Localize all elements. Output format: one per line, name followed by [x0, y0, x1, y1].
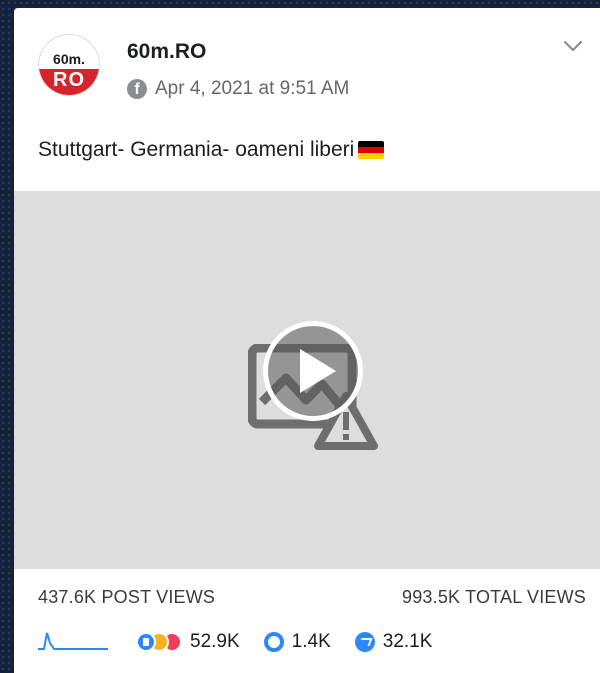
video-player[interactable]: [14, 191, 600, 569]
post-timestamp[interactable]: Apr 4, 2021 at 9:51 AM: [155, 78, 349, 100]
post-caption: Stuttgart- Germania- oameni liberi: [38, 138, 385, 162]
like-reaction-icon: [136, 632, 156, 652]
caption-text: Stuttgart- Germania- oameni liberi: [38, 138, 355, 161]
post-card: 60m. RO 60m.RO f Apr 4, 2021 at 9:51 AM …: [14, 8, 600, 673]
post-stats: 437.6K POST VIEWS 993.5K TOTAL VIEWS 52.…: [14, 569, 600, 673]
comments-group[interactable]: 1.4K: [263, 631, 331, 653]
total-views: 993.5K TOTAL VIEWS: [401, 587, 586, 607]
post-meta: f Apr 4, 2021 at 9:51 AM: [127, 78, 349, 100]
engagement-bar: 52.9K 1.4K 32.1K: [136, 631, 456, 653]
avatar-top-text: 60m.: [53, 51, 85, 67]
sparkline-icon: [38, 632, 108, 650]
germany-flag-icon: [358, 141, 385, 159]
comments-count: 1.4K: [291, 631, 331, 652]
reaction-icons: [136, 632, 182, 652]
chevron-down-icon[interactable]: [562, 38, 584, 54]
shares-group[interactable]: 32.1K: [354, 631, 433, 653]
comment-icon: [263, 632, 284, 652]
reactions-count: 52.9K: [190, 631, 240, 652]
avatar-bottom-text: RO: [39, 69, 99, 95]
flag-stripe-gold: [358, 153, 385, 159]
post-views: 437.6K POST VIEWS: [38, 587, 216, 607]
shares-count: 32.1K: [382, 631, 433, 652]
play-button[interactable]: [263, 321, 363, 421]
reactions-group[interactable]: 52.9K: [136, 631, 240, 653]
page-name[interactable]: 60m.RO: [127, 40, 206, 64]
facebook-icon: f: [127, 79, 147, 99]
avatar[interactable]: 60m. RO: [38, 34, 100, 96]
play-icon: [300, 349, 336, 393]
post-header: 60m. RO 60m.RO f Apr 4, 2021 at 9:51 AM: [14, 8, 600, 108]
share-icon: [354, 632, 375, 652]
